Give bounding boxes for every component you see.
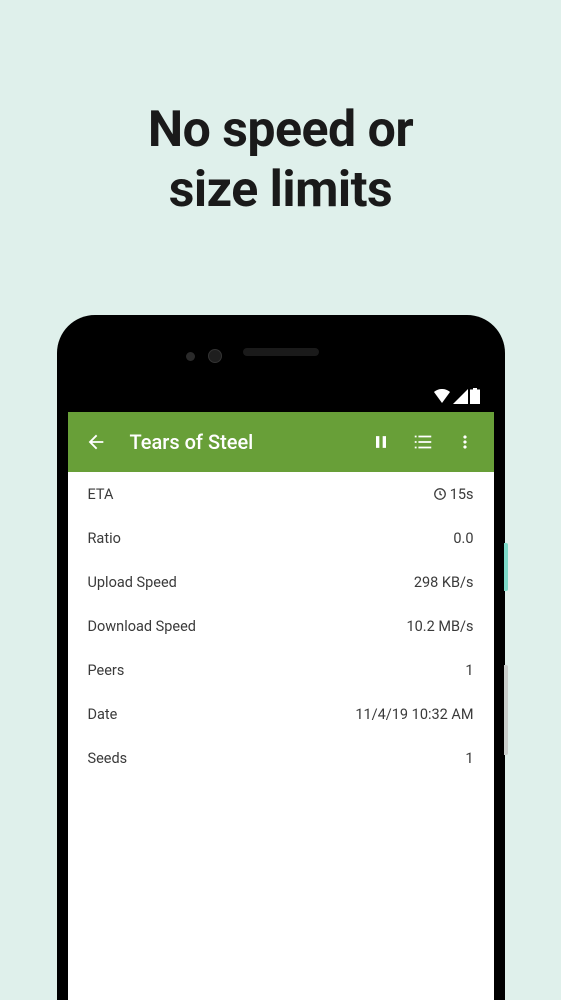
stat-value: 1 [465, 750, 473, 767]
phone-power-button [504, 543, 508, 591]
stat-label: Upload Speed [88, 574, 177, 591]
stat-value: 1 [465, 662, 473, 679]
stat-row-date: Date 11/4/19 10:32 AM [88, 692, 474, 736]
stat-row-download: Download Speed 10.2 MB/s [88, 604, 474, 648]
cellular-icon [453, 389, 468, 404]
stat-value: 15s [433, 486, 474, 503]
pause-button[interactable] [360, 421, 402, 463]
phone-volume-button [504, 665, 508, 755]
stat-label: ETA [88, 486, 114, 503]
stat-value: 11/4/19 10:32 AM [355, 706, 473, 723]
stat-label: Peers [88, 662, 125, 679]
arrow-left-icon [85, 431, 107, 453]
status-bar [433, 388, 480, 404]
more-button[interactable] [444, 421, 486, 463]
eta-value-text: 15s [450, 486, 474, 503]
stat-label: Date [88, 706, 118, 723]
stat-row-eta: ETA 15s [88, 472, 474, 516]
stat-row-ratio: Ratio 0.0 [88, 516, 474, 560]
clock-icon [433, 487, 447, 501]
stat-row-upload: Upload Speed 298 KB/s [88, 560, 474, 604]
stat-value: 0.0 [453, 530, 473, 547]
stat-value: 10.2 MB/s [406, 618, 473, 635]
back-button[interactable] [76, 422, 116, 462]
phone-frame: Tears of Steel ETA [57, 315, 505, 1000]
list-icon [412, 431, 434, 453]
phone-camera [208, 349, 222, 363]
app-header: Tears of Steel [68, 412, 494, 472]
stat-row-peers: Peers 1 [88, 648, 474, 692]
phone-speaker [243, 348, 319, 356]
stat-value: 298 KB/s [414, 574, 474, 591]
battery-icon [470, 388, 480, 404]
stat-label: Ratio [88, 530, 121, 547]
list-button[interactable] [402, 421, 444, 463]
headline-line1: No speed or [148, 100, 413, 160]
phone-sensor [186, 352, 195, 361]
headline-line2: size limits [148, 160, 413, 220]
pause-icon [371, 432, 391, 452]
header-title: Tears of Steel [130, 430, 360, 454]
stat-label: Seeds [88, 750, 128, 767]
more-vert-icon [455, 432, 475, 452]
stat-row-seeds: Seeds 1 [88, 736, 474, 780]
content-area: ETA 15s Ratio 0.0 Upload Speed 298 KB/s … [68, 472, 494, 1000]
promo-headline: No speed or size limits [148, 100, 413, 220]
phone-screen: Tears of Steel ETA [68, 326, 494, 1000]
stat-label: Download Speed [88, 618, 196, 635]
phone-notch-area [68, 326, 494, 412]
wifi-icon [433, 389, 451, 404]
